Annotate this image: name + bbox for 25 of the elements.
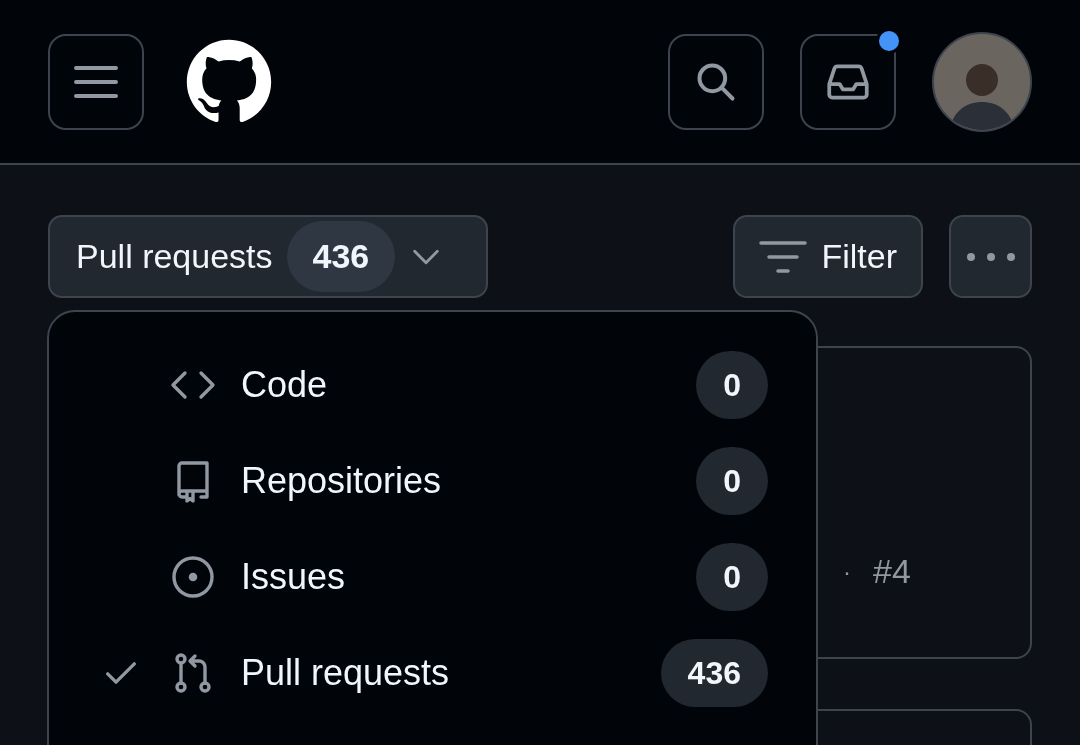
menu-icon bbox=[74, 63, 118, 100]
scope-menu-label: Issues bbox=[241, 555, 347, 599]
issue-icon bbox=[169, 553, 217, 601]
scope-label: Pull requests bbox=[76, 236, 273, 277]
ellipsis-icon bbox=[965, 251, 1016, 262]
scope-count: 436 bbox=[286, 221, 396, 292]
scope-menu-label: Pull requests bbox=[241, 651, 451, 695]
filter-icon bbox=[759, 238, 808, 275]
scope-menu-label: Repositories bbox=[241, 459, 443, 503]
scope-menu-count: 0 bbox=[696, 447, 768, 515]
scope-menu-count: 0 bbox=[696, 351, 768, 419]
scope-menu-count: 0 bbox=[696, 543, 768, 611]
filter-button[interactable]: Filter bbox=[733, 215, 923, 298]
search-button[interactable] bbox=[668, 33, 764, 130]
scope-menu-item[interactable]: Issues 0 bbox=[49, 529, 816, 625]
scope-menu-label: Code bbox=[241, 363, 329, 407]
scope-menu-item[interactable]: Repositories 0 bbox=[49, 433, 816, 529]
scope-menu-count: 436 bbox=[660, 639, 768, 707]
scope-menu-item[interactable]: Pull requests 436 bbox=[49, 625, 816, 721]
pull-request-number: #4 bbox=[873, 551, 911, 592]
scope-menu-item[interactable]: Code 0 bbox=[49, 337, 816, 433]
menu-button[interactable] bbox=[48, 33, 144, 130]
more-options-button[interactable] bbox=[949, 215, 1032, 298]
separator-dot: · bbox=[843, 556, 851, 587]
scope-dropdown-button[interactable]: Pull requests 436 bbox=[48, 215, 488, 298]
